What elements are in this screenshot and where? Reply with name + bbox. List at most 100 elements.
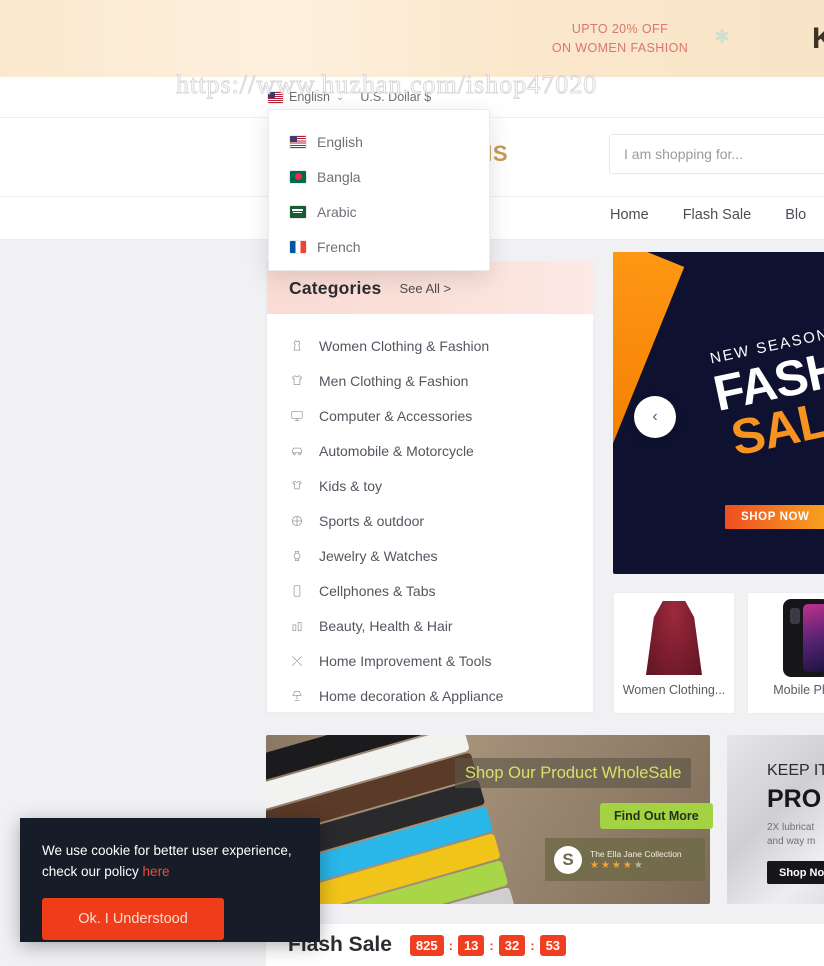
- category-item-home-improvement-tools[interactable]: Home Improvement & Tools: [267, 643, 593, 678]
- right-banner-line1: KEEP IT: [767, 762, 824, 779]
- search-box[interactable]: [609, 134, 824, 174]
- language-option-label: French: [317, 238, 361, 255]
- countdown-hours: 13: [457, 934, 485, 956]
- promo-text: UPTO 20% OFF ON WOMEN FASHION: [530, 20, 710, 58]
- category-item-automobile-motorcycle[interactable]: Automobile & Motorcycle: [267, 433, 593, 468]
- currency-selector[interactable]: U.S. Dollar $: [360, 90, 431, 104]
- category-item-label: Kids & toy: [319, 477, 383, 494]
- lamp-icon: [289, 688, 305, 704]
- countdown-days: 825: [409, 934, 444, 956]
- flash-sale-countdown: 825 : 13 : 32 : 53: [409, 934, 567, 956]
- countdown-separator: :: [489, 937, 494, 953]
- cookie-policy-link[interactable]: here: [143, 864, 170, 879]
- countdown-separator: :: [530, 937, 535, 953]
- mini-card-women-clothing[interactable]: Women Clothing...: [613, 592, 735, 714]
- language-option-arabic[interactable]: Arabic: [269, 194, 489, 229]
- brand-logo-icon: S: [554, 845, 582, 874]
- countdown-seconds: 53: [539, 934, 567, 956]
- locale-bar: English ⌄ U.S. Dollar $: [268, 87, 431, 107]
- watch-icon: [289, 548, 305, 564]
- carousel-prev-button[interactable]: ‹: [634, 396, 676, 438]
- right-banner-shop-now-button[interactable]: Shop Now: [767, 861, 824, 884]
- cookie-consent-banner: We use cookie for better user experience…: [20, 818, 320, 942]
- mini-card-label: Mobile Phon: [773, 683, 824, 697]
- categories-list: Women Clothing & Fashion Men Clothing & …: [267, 314, 593, 713]
- categories-panel: Categories See All > Women Clothing & Fa…: [266, 261, 594, 713]
- tools-icon: [289, 653, 305, 669]
- right-banner-line3a: 2X lubricat: [767, 822, 815, 833]
- flag-us-icon: [290, 135, 306, 148]
- right-banner-line3b: and way m: [767, 836, 816, 847]
- brand-logo-fragment: K: [812, 22, 824, 55]
- nav-item-flash-sale[interactable]: Flash Sale: [683, 207, 752, 223]
- cookie-consent-text: We use cookie for better user experience…: [42, 840, 298, 882]
- flag-france-icon: [290, 240, 306, 253]
- category-item-label: Home decoration & Appliance: [319, 687, 504, 704]
- page-root: UPTO 20% OFF ON WOMEN FASHION ✱ K Englis…: [0, 0, 824, 966]
- cookie-accept-button[interactable]: Ok. I Understood: [42, 898, 224, 940]
- mini-card-mobile-phone[interactable]: Mobile Phon: [747, 592, 824, 714]
- promo-line-2: ON WOMEN FASHION: [551, 41, 689, 55]
- top-promo-banner: UPTO 20% OFF ON WOMEN FASHION ✱ K: [0, 0, 824, 77]
- language-option-french[interactable]: French: [269, 229, 489, 264]
- right-banner-line2: PRO: [767, 785, 822, 813]
- category-item-label: Home Improvement & Tools: [319, 652, 492, 669]
- nav-item-home[interactable]: Home: [610, 207, 649, 223]
- category-item-label: Beauty, Health & Hair: [319, 617, 453, 634]
- language-option-english[interactable]: English: [269, 124, 489, 159]
- chevron-down-icon: ⌄: [336, 91, 345, 103]
- category-item-women-clothing[interactable]: Women Clothing & Fashion: [267, 328, 593, 363]
- category-item-label: Men Clothing & Fashion: [319, 372, 469, 389]
- cookie-text-line1: We use cookie for better user experience…: [42, 843, 292, 858]
- currency-selector-label: U.S. Dollar $: [360, 90, 432, 104]
- cosmetics-icon: [289, 618, 305, 634]
- flash-sale-strip: Flash Sale 825 : 13 : 32 : 53: [266, 924, 824, 966]
- category-item-label: Cellphones & Tabs: [319, 582, 436, 599]
- language-selector[interactable]: English ⌄: [268, 90, 344, 104]
- language-option-bangla[interactable]: Bangla: [269, 159, 489, 194]
- categories-see-all-link[interactable]: See All >: [399, 281, 451, 296]
- monitor-icon: [289, 408, 305, 424]
- category-item-label: Computer & Accessories: [319, 407, 473, 424]
- dress-thumbnail: [614, 593, 734, 683]
- mini-card-label: Women Clothing...: [622, 683, 726, 697]
- promo-line-1: UPTO 20% OFF: [571, 22, 669, 36]
- asterisk-icon: ✱: [714, 27, 730, 48]
- language-dropdown-menu[interactable]: English Bangla Arabic French: [268, 109, 490, 271]
- language-option-label: English: [317, 133, 363, 150]
- language-option-label: Bangla: [317, 168, 361, 185]
- search-input[interactable]: [624, 135, 824, 173]
- category-item-sports-outdoor[interactable]: Sports & outdoor: [267, 503, 593, 538]
- category-item-computer-accessories[interactable]: Computer & Accessories: [267, 398, 593, 433]
- category-item-men-clothing[interactable]: Men Clothing & Fashion: [267, 363, 593, 398]
- nav-items: Home Flash Sale Blo: [610, 207, 806, 223]
- hero-shop-now-button[interactable]: SHOP NOW: [725, 505, 824, 529]
- category-item-cellphones-tabs[interactable]: Cellphones & Tabs: [267, 573, 593, 608]
- language-option-label: Arabic: [317, 203, 357, 220]
- category-item-beauty-health-hair[interactable]: Beauty, Health & Hair: [267, 608, 593, 643]
- star-rating-icon: ★★★★★: [590, 860, 645, 871]
- category-item-label: Women Clothing & Fashion: [319, 337, 490, 354]
- right-promo-banner[interactable]: KEEP IT PRO 2X lubricat and way m Shop N…: [727, 735, 824, 904]
- hero-carousel[interactable]: NEW SEASON FASH SAL ‹ SHOP NOW: [613, 252, 824, 574]
- car-icon: [289, 443, 305, 459]
- category-item-label: Automobile & Motorcycle: [319, 442, 474, 459]
- shirt-icon: [289, 373, 305, 389]
- baby-clothes-icon: [289, 478, 305, 494]
- wholesale-brand-badge: S The Ella Jane Collection ★★★★★: [545, 838, 705, 881]
- dress-icon: [289, 338, 305, 354]
- flag-saudi-icon: [290, 205, 306, 218]
- flag-bangladesh-icon: [290, 170, 306, 183]
- language-selector-label: English: [289, 90, 330, 104]
- find-out-more-button[interactable]: Find Out More: [600, 803, 713, 829]
- category-item-kids-toy[interactable]: Kids & toy: [267, 468, 593, 503]
- category-item-home-decoration-appliance[interactable]: Home decoration & Appliance: [267, 678, 593, 713]
- category-item-jewelry-watches[interactable]: Jewelry & Watches: [267, 538, 593, 573]
- nav-item-blog[interactable]: Blo: [785, 207, 806, 223]
- cookie-text-line2: check our policy: [42, 864, 143, 879]
- wholesale-brand-name: The Ella Jane Collection: [590, 849, 682, 859]
- flag-us-icon: [268, 91, 283, 103]
- phone-thumbnail: [748, 593, 824, 683]
- categories-title: Categories: [289, 277, 382, 298]
- wholesale-banner-title: Shop Our Product WholeSale: [455, 758, 692, 788]
